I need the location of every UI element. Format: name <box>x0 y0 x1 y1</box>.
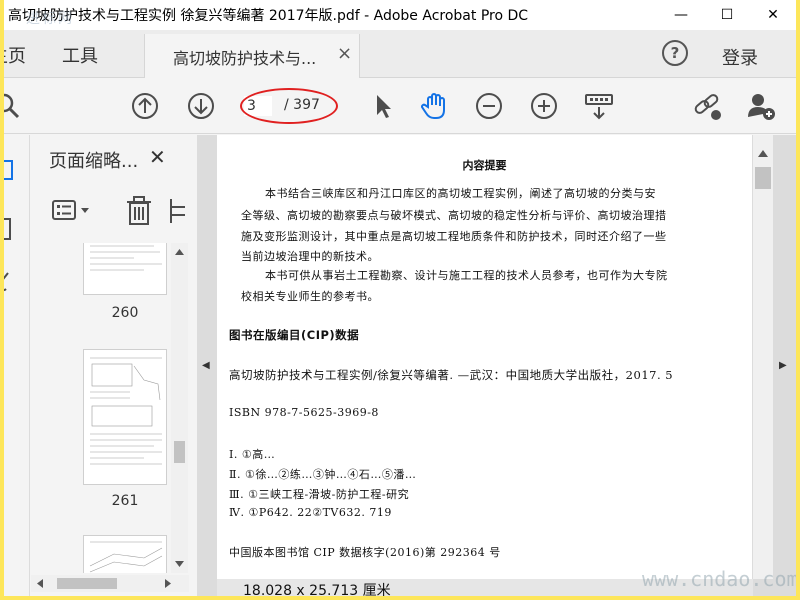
summary-line: 全等级、高切坡的勘察要点与破坏模式、高切坡的稳定性分析与评价、高切坡治理措 <box>241 209 667 222</box>
summary-heading: 内容提要 <box>462 159 507 172</box>
login-button[interactable]: 登录 <box>722 44 758 70</box>
classification-line: Ⅲ. ①三峡工程-滑坡-防护工程-研究 <box>229 488 410 501</box>
thumbnail-page-260[interactable] <box>83 243 167 295</box>
highlight-ellipse <box>240 88 338 124</box>
collapse-left-panel-icon[interactable]: ◀ <box>202 360 210 371</box>
cip-number: 中国版本图书馆 CIP 数据核字(2016)第 292364 号 <box>229 546 501 559</box>
search-icon[interactable] <box>4 91 24 121</box>
minimize-button[interactable]: — <box>658 0 704 30</box>
document-view[interactable]: ◀ 内容提要 本书结合三峡库区和丹江口库区的高切坡工程实例，阐述了高切坡的分类与… <box>197 135 796 596</box>
next-page-icon[interactable] <box>186 91 216 121</box>
thumbnail-page-262[interactable] <box>83 535 167 573</box>
thumbnail-label: 260 <box>111 305 139 321</box>
page-size: 18.028 x 25.713 厘米 <box>243 583 391 596</box>
trash-icon[interactable] <box>123 195 155 227</box>
tab-bar: 主页 工具 高切坡防护技术与... × ? 登录 <box>4 30 796 78</box>
bookmarks-icon[interactable] <box>4 217 18 241</box>
zoom-out-icon[interactable] <box>474 91 504 121</box>
watermark-top: 进标网 <box>26 11 74 27</box>
thumbnail-panel-title: 页面缩略... <box>49 151 139 172</box>
page-thumbnails-icon[interactable] <box>4 159 18 181</box>
document-tab-label: 高切坡防护技术与... <box>173 49 317 68</box>
cip-record: 高切坡防护技术与工程实例/徐复兴等编著. —武汉：中国地质大学出版社，2017.… <box>229 368 674 382</box>
summary-line: 当前边坡治理中的新技术。 <box>241 250 379 263</box>
collapse-right-panel-icon[interactable]: ▶ <box>779 360 787 371</box>
hand-tool-icon[interactable] <box>420 91 450 121</box>
document-vertical-scrollbar[interactable] <box>753 135 773 579</box>
pdf-page: 内容提要 本书结合三峡库区和丹江口库区的高切坡工程实例，阐述了高切坡的分类与安 … <box>217 135 752 579</box>
tab-tools[interactable]: 工具 <box>62 42 98 68</box>
add-user-icon[interactable] <box>746 91 776 121</box>
watermark-bottom: www.cndao.com <box>642 567 796 591</box>
select-cursor-icon[interactable] <box>368 91 398 121</box>
window-title: 高切坡防护技术与工程实例 徐复兴等编著 2017年版.pdf - Adobe A… <box>8 8 529 24</box>
summary-line: 施及变形监测设计，其中重点是高切坡工程地质条件和防护技术，同时还介绍了一些 <box>241 230 667 243</box>
close-window-button[interactable]: ✕ <box>750 0 796 30</box>
title-bar: 高切坡防护技术与工程实例 徐复兴等编著 2017年版.pdf - Adobe A… <box>4 0 796 30</box>
summary-line: 校相关专业师生的参考书。 <box>241 290 379 303</box>
thumbnail-label: 261 <box>111 493 139 509</box>
thumbnail-page-261[interactable] <box>83 349 167 485</box>
maximize-button[interactable]: ☐ <box>704 0 750 30</box>
zoom-in-icon[interactable] <box>529 91 559 121</box>
acrobat-window: 高切坡防护技术与工程实例 徐复兴等编著 2017年版.pdf - Adobe A… <box>4 0 796 596</box>
document-tab-close-button[interactable]: × <box>337 43 352 64</box>
tab-home[interactable]: 主页 <box>4 42 26 68</box>
thumbnail-vertical-scrollbar[interactable] <box>171 243 188 573</box>
document-scroll-thumb[interactable] <box>755 167 771 189</box>
classification-line: Ⅱ. ①徐…②练…③钟…④石…⑤潘… <box>229 468 417 481</box>
isbn: ISBN 978-7-5625-3969-8 <box>229 406 379 419</box>
thumbnail-panel-close-button[interactable]: ✕ <box>149 145 166 169</box>
tab-document[interactable]: 高切坡防护技术与... × <box>144 34 360 78</box>
toolbar: / 397 <box>4 79 796 134</box>
cip-title: 图书在版编目(CIP)数据 <box>229 328 360 342</box>
help-button[interactable]: ? <box>662 40 688 66</box>
classification-line: Ⅳ. ①P642. 22②TV632. 719 <box>229 506 392 519</box>
left-navigation-strip <box>4 135 30 596</box>
summary-line: 本书结合三峡库区和丹江口库区的高切坡工程实例，阐述了高切坡的分类与安 <box>265 187 656 200</box>
page-display-icon[interactable] <box>584 91 614 121</box>
classification-line: Ⅰ. ①高… <box>229 448 276 461</box>
thumbnail-panel: 页面缩略... ✕ 260 261 <box>31 135 197 596</box>
thumbnail-horizontal-scrollbar[interactable] <box>31 575 189 592</box>
attachments-icon[interactable] <box>4 271 18 293</box>
share-link-icon[interactable] <box>692 91 722 121</box>
previous-page-icon[interactable] <box>130 91 160 121</box>
page-options-icon[interactable] <box>167 197 187 225</box>
thumbnail-list: 260 261 <box>31 243 181 573</box>
summary-line: 本书可供从事岩土工程勘察、设计与施工工程的技术人员参考，也可作为大专院 <box>265 269 668 282</box>
thumbnail-options-icon[interactable] <box>51 197 95 225</box>
